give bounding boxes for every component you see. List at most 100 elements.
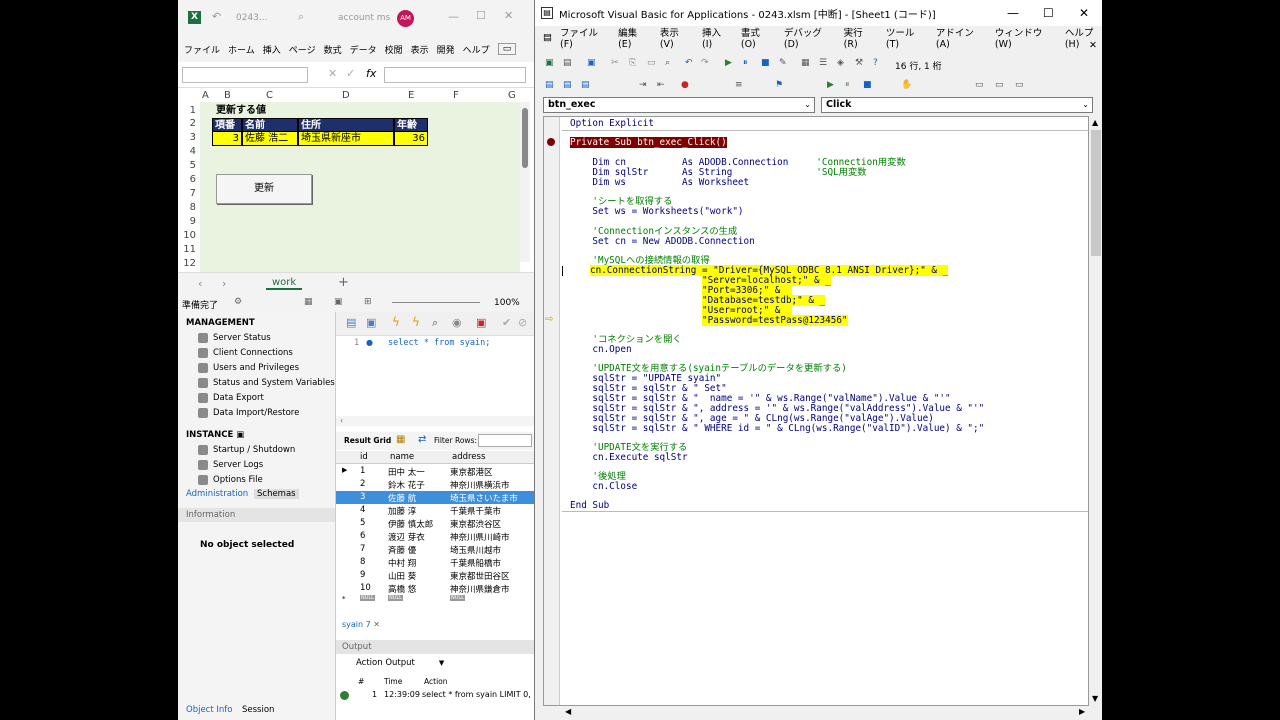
comment-icon[interactable]: ▭ xyxy=(497,43,517,55)
page-layout-icon[interactable]: ▣ xyxy=(334,297,343,307)
nav-server-status[interactable]: Server Status xyxy=(198,333,271,343)
save-icon[interactable]: ▣ xyxy=(587,58,596,68)
table-row[interactable]: 8 中村 翔千葉県船橋市 xyxy=(336,556,534,569)
tab-formulas[interactable]: 数式 xyxy=(324,43,342,56)
help-icon[interactable]: ? xyxy=(873,58,878,68)
bookmark-icon[interactable]: ⚑ xyxy=(775,80,783,90)
call-stack-icon[interactable]: ▭ xyxy=(1015,80,1024,90)
nav-options-file[interactable]: Options File xyxy=(198,475,263,485)
zoom-level[interactable]: 100% xyxy=(494,298,520,308)
maximize-button[interactable]: ☐ xyxy=(1043,6,1054,20)
col-header[interactable]: E xyxy=(408,90,414,101)
close-button[interactable]: ✕ xyxy=(1079,6,1089,20)
properties-icon[interactable]: ☰ xyxy=(819,58,827,68)
tab-schemas[interactable]: Schemas xyxy=(254,489,299,499)
search-icon[interactable]: ⌕ xyxy=(298,10,304,24)
row-header[interactable]: 5 xyxy=(178,160,200,171)
row-header[interactable]: 12 xyxy=(178,258,200,269)
update-button[interactable]: 更新 xyxy=(216,174,312,204)
cut-icon[interactable]: ✂ xyxy=(611,58,619,68)
execute-icon[interactable]: ϟ xyxy=(392,315,400,329)
tab-page[interactable]: ページ xyxy=(289,43,316,56)
find-icon[interactable]: ⌕ xyxy=(665,58,670,68)
outdent-icon[interactable]: ⇤ xyxy=(657,80,665,90)
accessibility-icon[interactable]: ⚙ xyxy=(234,297,242,307)
tab-administration[interactable]: Administration xyxy=(186,489,248,499)
indent-icon[interactable]: ⇥ xyxy=(639,80,647,90)
row-header[interactable]: 6 xyxy=(178,174,200,185)
execute-current-icon[interactable]: ϟ xyxy=(412,315,420,329)
copy-icon[interactable]: ⎘ xyxy=(629,58,636,68)
value-cell-id[interactable]: 3 xyxy=(212,131,242,146)
avatar[interactable]: AM xyxy=(397,10,414,27)
menu-insert[interactable]: 挿入(I) xyxy=(702,25,728,50)
table-row[interactable]: ▶ 1 田中 太一 東京都港区 xyxy=(336,465,534,478)
tab-next-icon[interactable]: › xyxy=(222,277,226,290)
reset-icon[interactable]: ■ xyxy=(761,58,770,68)
commit-icon[interactable]: ✔ xyxy=(502,316,511,329)
tab-object-info[interactable]: Object Info xyxy=(186,705,232,715)
add-sheet-icon[interactable]: + xyxy=(338,275,349,290)
grid-icon[interactable]: ▦ xyxy=(396,434,405,445)
step-over-icon[interactable]: ⏸ xyxy=(845,80,850,90)
row-header[interactable]: 11 xyxy=(178,244,200,255)
menu-edit[interactable]: 編集(E) xyxy=(618,25,647,50)
minimize-button[interactable]: — xyxy=(448,10,459,23)
name-box[interactable] xyxy=(182,67,308,83)
step-into-icon[interactable]: ▶ xyxy=(827,80,834,90)
menu-tools[interactable]: ツール(T) xyxy=(886,25,923,50)
stop-icon[interactable]: ◉ xyxy=(452,316,462,329)
editor-hscroll[interactable]: ‹ xyxy=(336,416,534,426)
procedure-combo[interactable]: Click ⌄ xyxy=(821,97,1093,113)
menu-debug[interactable]: デバッグ(D) xyxy=(784,25,831,50)
table-row-new[interactable]: * NULL NULL NULL xyxy=(336,594,534,607)
break-icon[interactable]: ⏸ xyxy=(743,58,748,68)
toolbox-icon[interactable]: ⚒ xyxy=(855,58,863,68)
code-hscroll[interactable]: ◀ ▶ xyxy=(543,706,1089,720)
list-properties-icon[interactable]: ▤ xyxy=(545,80,554,90)
zoom-slider[interactable] xyxy=(392,302,480,303)
vertical-scrollbar[interactable] xyxy=(520,102,530,262)
col-header[interactable]: G xyxy=(508,90,516,101)
toggle-icon[interactable]: ▣ xyxy=(476,316,486,329)
quick-info-icon[interactable]: ▤ xyxy=(581,80,590,90)
result-grid-label[interactable]: Result Grid xyxy=(344,436,391,445)
action-output-select[interactable]: Action Output ▼ xyxy=(356,658,444,668)
row-header[interactable]: 2 xyxy=(178,118,200,129)
tab-view[interactable]: 表示 xyxy=(411,43,429,56)
cancel-icon[interactable]: ✕ xyxy=(328,67,337,80)
tab-review[interactable]: 校閲 xyxy=(385,43,403,56)
col-header[interactable]: F xyxy=(453,90,459,101)
sheet-area[interactable]: 更新する値 項番 名前 住所 年齢 3 佐藤 浩二 埼玉県新座市 36 更新 xyxy=(200,102,520,272)
watch-icon[interactable]: ✋ xyxy=(901,80,912,90)
col-header[interactable]: D xyxy=(342,90,350,101)
table-row[interactable]: 2 鈴木 花子 神奈川県横浜市 xyxy=(336,478,534,491)
row-header[interactable]: 8 xyxy=(178,202,200,213)
tab-insert[interactable]: 挿入 xyxy=(263,43,281,56)
nav-users-privileges[interactable]: Users and Privileges xyxy=(198,363,299,373)
row-header[interactable]: 3 xyxy=(178,132,200,143)
fx-icon[interactable]: fx xyxy=(366,67,376,80)
project-explorer-icon[interactable]: ▦ xyxy=(801,58,810,68)
col-header[interactable]: A xyxy=(202,90,209,101)
comment-block-icon[interactable]: ≡ xyxy=(735,80,743,90)
tab-help[interactable]: ヘルプ xyxy=(463,43,490,56)
nav-status-variables[interactable]: Status and System Variables xyxy=(198,378,335,388)
normal-view-icon[interactable]: ▦ xyxy=(304,297,313,307)
value-cell-name[interactable]: 佐藤 浩二 xyxy=(242,131,298,146)
value-cell-age[interactable]: 36 xyxy=(394,131,428,146)
tab-data[interactable]: データ xyxy=(350,43,377,56)
tab-file[interactable]: ファイル xyxy=(184,43,220,56)
immediate-icon[interactable]: ▭ xyxy=(995,80,1004,90)
sheet-tab-work[interactable]: work xyxy=(266,277,303,290)
close-code-icon[interactable]: ✕ xyxy=(1089,40,1097,51)
table-row[interactable]: 5 伊藤 慎太郎 東京都渋谷区 xyxy=(336,517,534,530)
explain-icon[interactable]: ⌕ xyxy=(432,316,438,330)
redo-icon[interactable]: ↷ xyxy=(701,58,709,68)
refresh-icon[interactable]: ⇄ xyxy=(418,434,426,445)
tab-developer[interactable]: 開発 xyxy=(437,43,455,56)
minimize-button[interactable]: — xyxy=(1007,6,1019,20)
menu-window[interactable]: ウィンドウ(W) xyxy=(995,25,1052,50)
undo-icon[interactable]: ↶ xyxy=(685,58,693,68)
save-icon[interactable]: ▣ xyxy=(366,316,376,329)
